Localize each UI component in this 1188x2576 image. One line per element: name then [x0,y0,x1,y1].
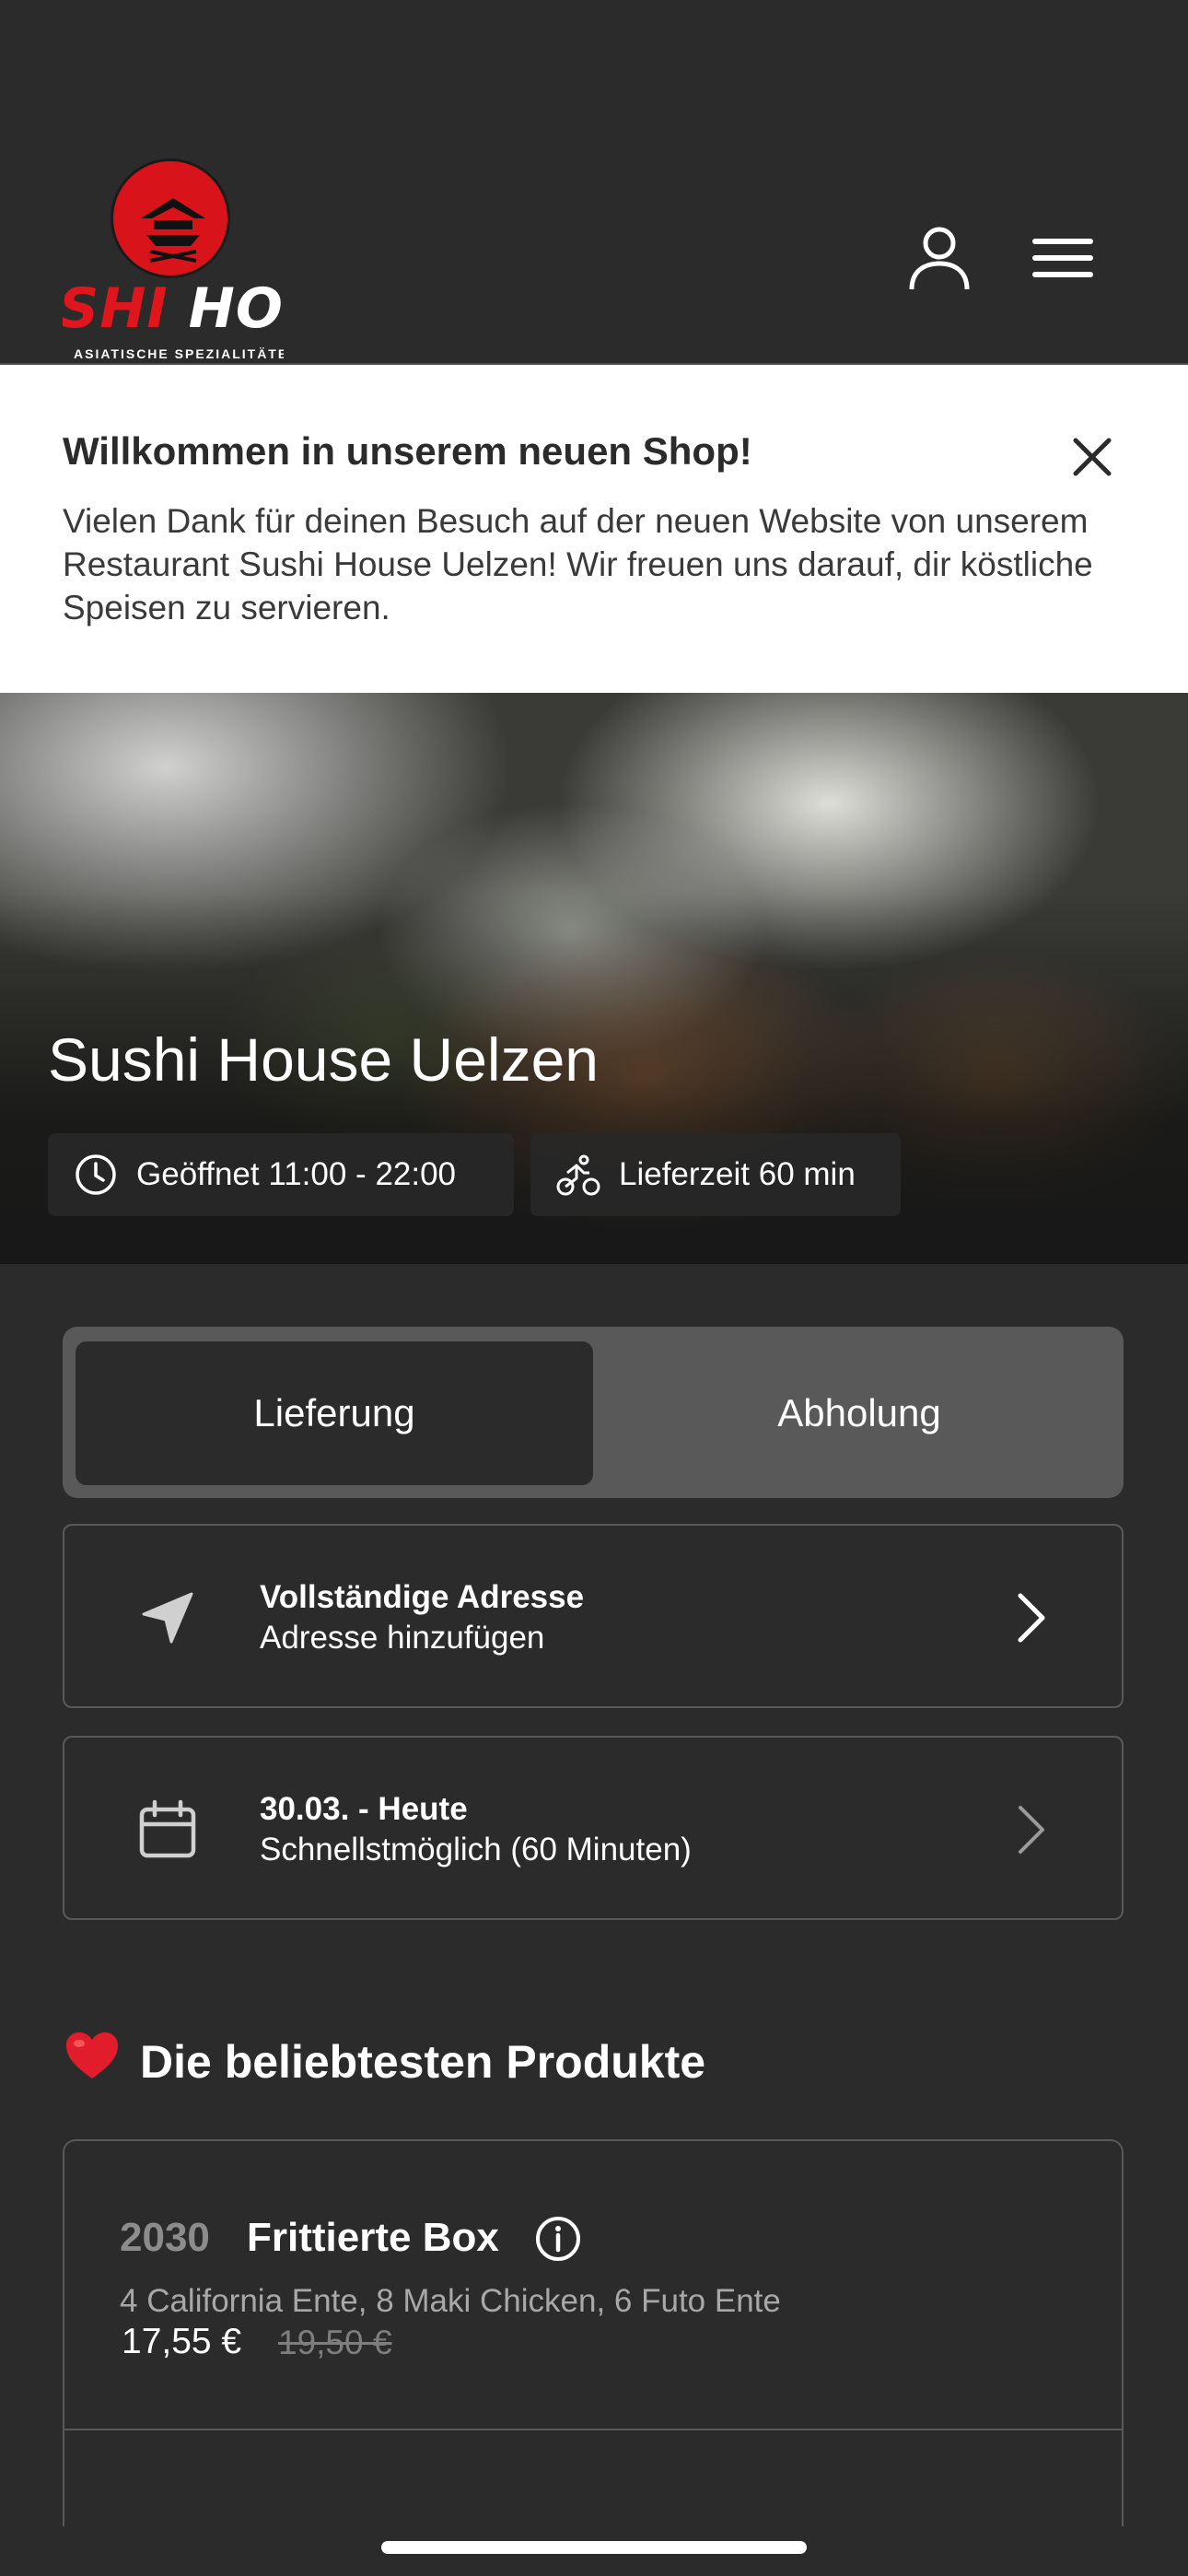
delivery-time-selector[interactable]: 30.03. - Heute Schnellstmöglich (60 Minu… [63,1736,1124,1920]
popular-products-title: Die beliebtesten Produkte [140,2036,706,2088]
address-title: Vollständige Adresse [260,1579,585,1615]
user-account-button[interactable] [903,221,976,295]
restaurant-logo[interactable]: SHI HOU ASIATISCHE SPEZIALITÄTEN [63,155,284,365]
banner-title: Willkommen in unserem neuen Shop! [63,429,752,473]
chevron-right-icon [1018,1593,1045,1643]
menu-button[interactable] [1026,221,1100,295]
time-subtitle: Schnellstmöglich (60 Minuten) [260,1832,692,1868]
welcome-banner: Willkommen in unserem neuen Shop! Vielen… [0,365,1188,693]
chevron-right-icon [1019,1806,1044,1854]
opening-hours-text: Geöffnet 11:00 - 22:00 [136,1156,457,1192]
banner-close-button[interactable] [1065,429,1120,485]
product-price: 17,55 € [122,2322,242,2361]
user-icon [909,227,970,290]
date-title: 30.03. - Heute [260,1791,468,1827]
bike-courier-icon [556,1154,600,1196]
delivery-tab[interactable]: Lieferung [76,1341,593,1485]
close-icon [1073,438,1112,476]
logo-emblem [111,158,230,278]
home-indicator[interactable] [381,2541,807,2554]
product-description: 4 California Ente, 8 Maki Chicken, 6 Fut… [120,2283,781,2319]
order-mode-toggle: Lieferung Abholung [63,1327,1124,1498]
calendar-icon [139,1799,196,1858]
delivery-time-badge: Lieferzeit 60 min [530,1133,901,1216]
popular-products-heading: Die beliebtesten Produkte [64,2031,705,2093]
heart-icon [64,2031,120,2093]
address-selector[interactable]: Vollständige Adresse Adresse hinzufügen [63,1524,1124,1708]
delivery-time-text: Lieferzeit 60 min [619,1156,856,1192]
banner-text: Vielen Dank für deinen Besuch auf der ne… [63,502,1093,626]
info-icon[interactable] [534,2215,582,2263]
product-number: 2030 [120,2215,210,2260]
hero-image: Sushi House Uelzen Geöffnet 11:00 - 22:0… [0,693,1188,1264]
product-old-price: 19,50 € [278,2324,392,2361]
hamburger-menu-icon [1032,239,1093,277]
product-name: Frittierte Box [247,2215,499,2260]
pickup-tab[interactable]: Abholung [606,1341,1112,1485]
opening-hours-badge: Geöffnet 11:00 - 22:00 [48,1133,514,1216]
app-header: SHI HOU ASIATISCHE SPEZIALITÄTEN [0,0,1188,365]
address-subtitle: Adresse hinzufügen [260,1620,545,1656]
product-card[interactable]: 2030 Frittierte Box 4 California Ente, 8… [63,2139,1124,2526]
clock-icon [76,1154,116,1195]
location-arrow-icon [142,1592,193,1644]
logo-wordmark: SHI HOU [63,276,284,341]
divider [64,2429,1124,2430]
logo-subtitle: ASIATISCHE SPEZIALITÄTEN [74,346,284,361]
restaurant-name: Sushi House Uelzen [48,1025,599,1094]
